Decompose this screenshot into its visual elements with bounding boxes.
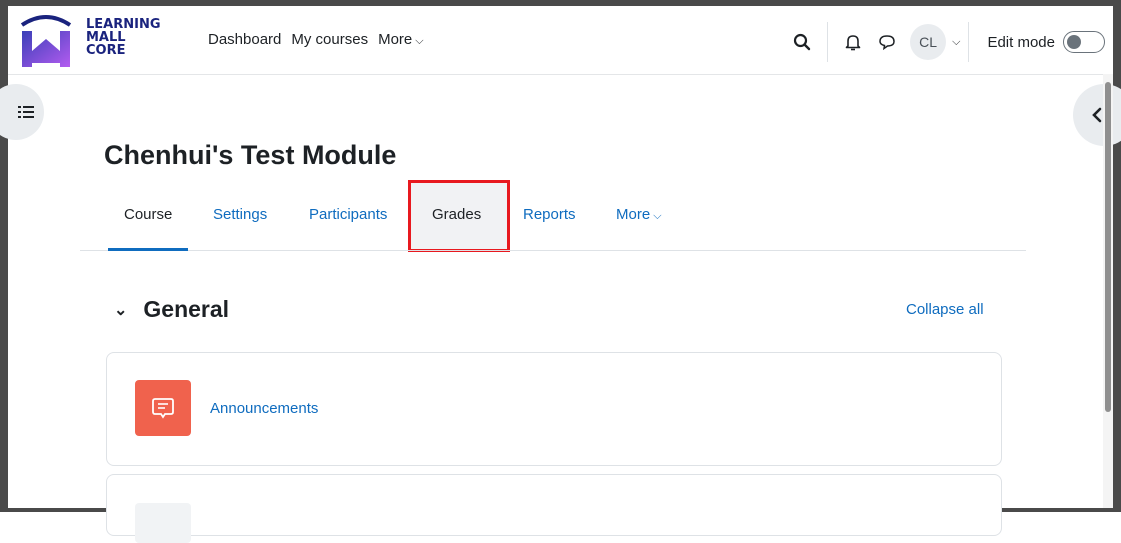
navbar-divider [827,22,829,62]
index-drawer-icon [18,106,34,118]
user-navigation: CL ⌵ Edit mode [785,22,1105,62]
bell-icon [845,35,861,51]
forum-icon[interactable] [135,380,191,436]
tab-grades[interactable]: Grades [432,182,481,250]
tab-settings[interactable]: Settings [213,182,267,250]
tab-more-label: More [616,206,651,223]
course-index-toggle[interactable] [0,84,44,140]
activity-link-announcements[interactable]: Announcements [210,400,318,417]
messages-button[interactable] [870,25,904,59]
chevron-down-icon[interactable]: ⌵ [952,36,960,49]
user-initials: CL [919,34,938,50]
block-drawer-toggle[interactable] [1073,84,1121,146]
nav-dashboard[interactable]: Dashboard [208,31,281,48]
edit-mode-toggle[interactable] [1063,31,1105,53]
logo-text: LEARNING MALL CORE [86,18,161,57]
collapse-all-link[interactable]: Collapse all [906,301,984,318]
notifications-button[interactable] [836,25,870,59]
top-navbar: LEARNING MALL CORE Dashboard My courses … [8,6,1113,75]
tab-course[interactable]: Course [107,182,189,251]
activity-card [106,474,1002,543]
nav-my-courses[interactable]: My courses [291,31,368,48]
chevron-left-icon [1092,107,1102,123]
toggle-knob [1067,35,1081,49]
nav-more-label: More [378,31,413,48]
activity-icon[interactable] [135,503,191,543]
page-title: Chenhui's Test Module [104,140,397,170]
course-secondary-navigation: Course Settings Participants Grades Repo… [80,182,1026,251]
tab-more[interactable]: More ⌵ [616,182,662,250]
logo-icon [20,15,72,67]
tab-reports[interactable]: Reports [523,182,576,250]
chevron-down-icon: ⌵ [415,35,424,47]
page-scrollbar[interactable] [1103,74,1113,508]
nav-more[interactable]: More ⌵ [378,31,424,48]
chat-icon [879,35,895,51]
tab-participants[interactable]: Participants [309,182,387,250]
edit-mode-label: Edit mode [987,33,1055,51]
primary-navigation: Dashboard My courses More ⌵ [208,31,424,48]
scrollbar-thumb[interactable] [1105,82,1111,412]
activity-card: Announcements [106,352,1002,466]
forum-glyph-icon [152,398,174,419]
search-icon [794,33,811,51]
navbar-divider [968,22,970,62]
section-collapse-chevron-icon[interactable]: ⌄ [114,300,127,320]
section-title[interactable]: General [143,296,229,323]
search-button[interactable] [785,25,819,59]
logo-line-3: CORE [86,43,126,58]
section-header: ⌄ General [114,296,229,323]
user-avatar[interactable]: CL [910,24,947,60]
chevron-down-icon: ⌵ [653,210,662,222]
site-logo[interactable]: LEARNING MALL CORE [14,11,174,71]
